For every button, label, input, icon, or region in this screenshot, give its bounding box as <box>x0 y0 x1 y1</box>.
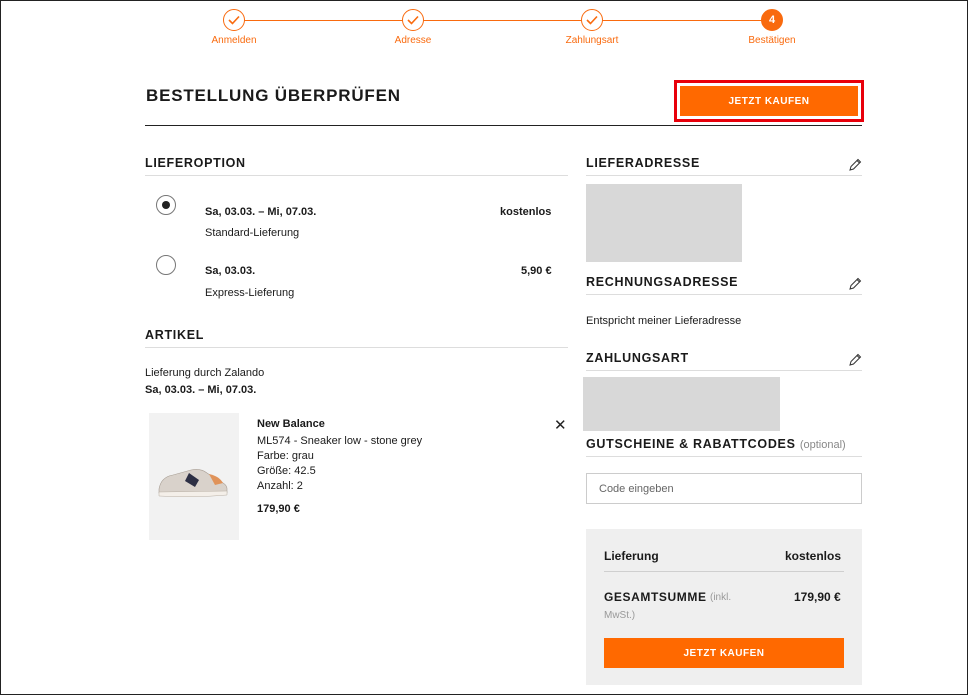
page-title: BESTELLUNG ÜBERPRÜFEN <box>146 86 401 105</box>
delivery-option-standard-radio[interactable] <box>156 195 176 215</box>
divider <box>604 571 844 572</box>
step-confirm: 4 Bestätigen <box>722 8 822 46</box>
voucher-optional-text: (optional) <box>799 439 846 451</box>
delivery-standard-dates: Sa, 03.03. – Mi, 07.03. <box>205 206 317 218</box>
step-label: Anmelden <box>211 35 257 46</box>
summary-delivery-value: kostenlos <box>785 549 842 563</box>
voucher-heading: GUTSCHEINE & RABATTCODES (optional) <box>586 437 862 457</box>
product-quantity: Anzahl: 2 <box>257 480 303 492</box>
payment-method-redacted <box>583 377 780 431</box>
product-color: Farbe: grau <box>257 450 314 462</box>
progress-line <box>234 20 772 21</box>
summary-total-value: 179,90 € <box>794 590 841 604</box>
payment-heading: ZAHLUNGSART <box>586 351 862 371</box>
step-label: Zahlungsart <box>565 35 619 46</box>
billing-address-text: Entspricht meiner Lieferadresse <box>586 315 742 327</box>
shipping-address-redacted <box>586 184 742 262</box>
delivery-express-price: 5,90 € <box>521 265 552 277</box>
voucher-heading-text: GUTSCHEINE & RABATTCODES <box>586 437 796 451</box>
edit-payment-pencil-icon[interactable] <box>848 353 862 367</box>
step-address[interactable]: Adresse <box>363 8 463 46</box>
check-icon <box>581 9 603 31</box>
product-size: Größe: 42.5 <box>257 465 316 477</box>
article-date-range: Sa, 03.03. – Mi, 07.03. <box>145 384 257 396</box>
product-name: ML574 - Sneaker low - stone grey <box>257 435 423 447</box>
product-image[interactable] <box>149 413 239 540</box>
summary-total-label: GESAMTSUMME <box>604 590 707 604</box>
edit-billing-address-pencil-icon[interactable] <box>848 277 862 291</box>
billing-address-heading: RECHNUNGSADRESSE <box>586 275 862 295</box>
buy-button-highlight: JETZT KAUFEN <box>674 80 864 122</box>
articles-heading: ARTIKEL <box>145 328 568 348</box>
shipping-address-heading: LIEFERADRESSE <box>586 156 862 176</box>
checkout-progress: Anmelden Adresse Zahlungsart 4 Bestätige… <box>0 8 968 48</box>
check-icon <box>223 9 245 31</box>
delivery-option-express-radio[interactable] <box>156 255 176 275</box>
step-label: Adresse <box>394 35 432 46</box>
step-label: Bestätigen <box>748 35 796 46</box>
step-number: 4 <box>761 9 783 31</box>
order-summary: Lieferung kostenlos GESAMTSUMME (inkl. M… <box>586 529 862 685</box>
delivery-express-name: Express-Lieferung <box>205 287 295 299</box>
divider <box>145 125 862 126</box>
voucher-code-input[interactable] <box>586 473 862 504</box>
shipped-by-text: Lieferung durch Zalando <box>145 367 265 379</box>
product-brand: New Balance <box>257 418 325 430</box>
buy-now-button-bottom[interactable]: JETZT KAUFEN <box>604 638 844 668</box>
buy-now-button-top[interactable]: JETZT KAUFEN <box>680 86 858 116</box>
delivery-express-dates: Sa, 03.03. <box>205 265 256 277</box>
delivery-options-heading: LIEFEROPTION <box>145 156 568 176</box>
summary-total-note-2: MwSt.) <box>604 610 636 621</box>
product-price: 179,90 € <box>257 503 300 515</box>
summary-total-note-1: (inkl. <box>710 592 732 603</box>
step-login[interactable]: Anmelden <box>184 8 284 46</box>
delivery-standard-name: Standard-Lieferung <box>205 227 300 239</box>
summary-delivery-label: Lieferung <box>604 549 659 563</box>
delivery-standard-price: kostenlos <box>500 206 552 218</box>
sneaker-icon <box>158 469 228 498</box>
edit-shipping-address-pencil-icon[interactable] <box>848 158 862 172</box>
check-icon <box>402 9 424 31</box>
remove-item-close-icon[interactable]: ✕ <box>554 416 567 434</box>
step-payment[interactable]: Zahlungsart <box>542 8 642 46</box>
